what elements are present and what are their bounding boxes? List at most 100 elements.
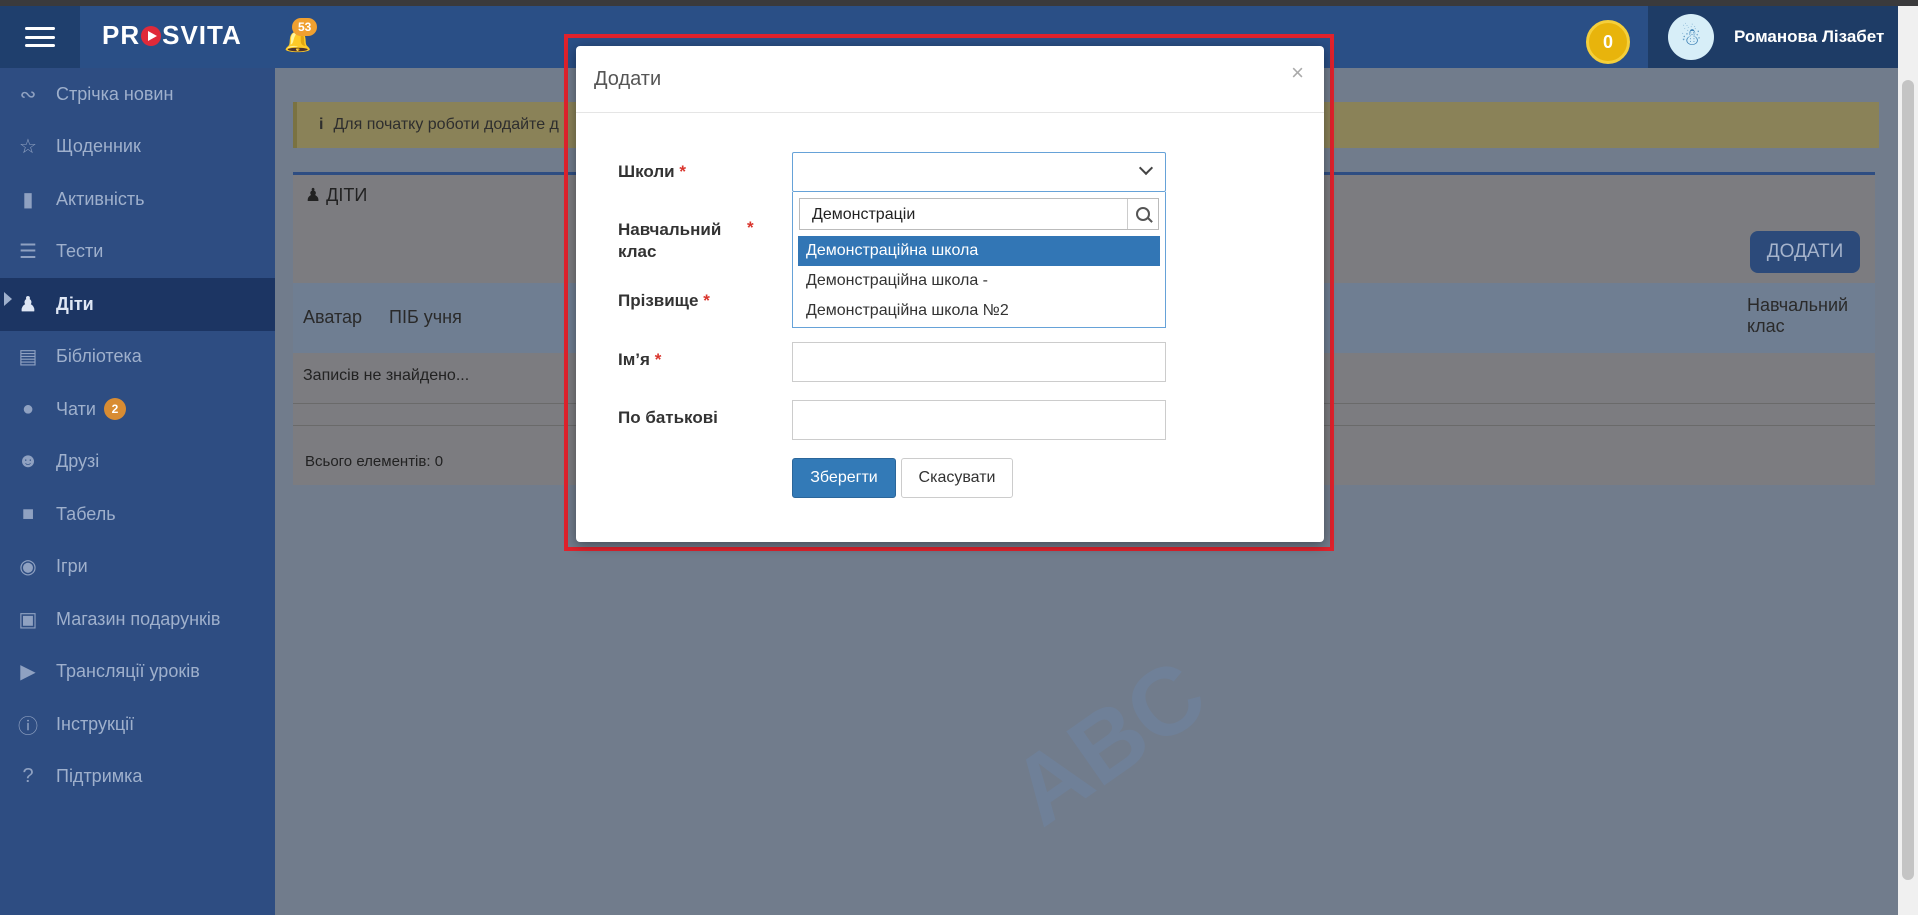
panel-title-text: ДІТИ: [326, 185, 368, 205]
sidebar-item-children[interactable]: ♟ Діти: [0, 278, 275, 331]
sidebar-item-diary[interactable]: ☆ Щоденник: [0, 121, 275, 174]
name-label-text: Ім’я: [618, 350, 650, 369]
total-count: Всього елементів: 0: [305, 453, 444, 470]
name-label: Ім’я *: [618, 350, 661, 370]
required-mark: *: [679, 162, 686, 181]
sidebar-item-activity[interactable]: ▮ Активність: [0, 173, 275, 226]
name-input[interactable]: [792, 342, 1166, 382]
logo-text-part1: PR: [102, 20, 141, 50]
school-option[interactable]: Демонстраційна школа -: [798, 266, 1160, 296]
add-child-modal: Додати × Школи * Навчальний клас * Прізв…: [576, 46, 1324, 542]
class-label-text: Навчальний клас: [618, 220, 722, 261]
alert-text: Для початку роботи додайте д: [333, 116, 559, 133]
page-scrollbar-thumb[interactable]: [1902, 80, 1914, 880]
empty-table-message: Записів не знайдено...: [303, 367, 470, 384]
schools-select[interactable]: [792, 152, 1166, 192]
sidebar-item-support[interactable]: ? Підтримка: [0, 751, 275, 804]
gamepad-icon: ◉: [19, 556, 37, 579]
list-icon: ☰: [19, 241, 37, 264]
user-name: Романова Лізабет: [1734, 27, 1885, 46]
modal-header: Додати ×: [576, 46, 1324, 113]
sidebar-item-label: Магазин подарунків: [56, 608, 221, 629]
required-mark: *: [703, 291, 710, 310]
sidebar-item-games[interactable]: ◉ Ігри: [0, 541, 275, 594]
active-caret-icon: [4, 292, 12, 306]
decorative-abc-background: ABC: [992, 639, 1225, 847]
column-avatar[interactable]: Аватар: [303, 307, 362, 328]
sidebar-item-instructions[interactable]: ⓘ Інструкції: [0, 698, 275, 751]
logo-text-part2: SVITA: [162, 20, 242, 50]
sidebar-item-label: Стрічка новин: [56, 83, 174, 104]
search-input-value: Демонстраціи: [812, 206, 916, 223]
star-icon: ☆: [19, 136, 37, 159]
play-icon: [141, 26, 162, 46]
coin-balance[interactable]: 0: [1586, 20, 1630, 64]
class-label: Навчальний клас: [618, 219, 728, 263]
required-mark: *: [747, 218, 754, 237]
sidebar-item-label: Бібліотека: [56, 346, 142, 367]
sidebar-item-tests[interactable]: ☰ Тести: [0, 226, 275, 279]
close-icon[interactable]: ×: [1291, 60, 1304, 86]
users-icon: ☻: [17, 450, 39, 473]
chat-count-badge: 2: [103, 398, 126, 421]
school-option[interactable]: Демонстраційна школа №2: [798, 296, 1160, 326]
sidebar: ∾ Стрічка новин ☆ Щоденник ▮ Активність …: [0, 68, 275, 915]
app-logo[interactable]: PR SVITA: [102, 20, 242, 51]
rss-icon: ∾: [19, 83, 37, 106]
sidebar-item-label: Підтримка: [56, 766, 143, 787]
hamburger-icon: [25, 27, 55, 47]
patronymic-input[interactable]: [792, 400, 1166, 440]
child-icon: ♟: [305, 185, 322, 205]
avatar: ☃: [1668, 14, 1714, 60]
surname-label-text: Прізвище: [618, 291, 699, 310]
column-class[interactable]: Навчальний клас: [1747, 295, 1867, 337]
file-icon: ▮: [22, 188, 34, 211]
chat-icon: ●: [21, 397, 35, 420]
add-child-button[interactable]: ДОДАТИ: [1750, 231, 1860, 273]
sidebar-item-gift-shop[interactable]: ▣ Магазин подарунків: [0, 593, 275, 646]
schools-label: Школи *: [618, 162, 686, 182]
menu-toggle-button[interactable]: [0, 6, 80, 68]
sidebar-item-label: Чати: [56, 398, 96, 419]
help-icon: ?: [22, 765, 34, 788]
chevron-down-icon: [1138, 160, 1154, 176]
info-icon: i: [319, 116, 324, 133]
save-button[interactable]: Зберегти: [792, 458, 896, 498]
surname-label: Прізвище *: [618, 291, 710, 311]
patronymic-label: По батькові: [618, 408, 718, 428]
sidebar-item-news[interactable]: ∾ Стрічка новин: [0, 68, 275, 121]
search-icon: [1127, 199, 1158, 229]
column-name[interactable]: ПІБ учня: [389, 307, 462, 328]
sidebar-item-label: Активність: [56, 188, 145, 209]
patronymic-label-text: По батькові: [618, 408, 718, 427]
sidebar-item-library[interactable]: ▤ Бібліотека: [0, 331, 275, 384]
sidebar-item-friends[interactable]: ☻ Друзі: [0, 436, 275, 489]
sidebar-item-label: Ігри: [56, 556, 88, 577]
folder-icon: ■: [21, 502, 35, 525]
info-icon: ⓘ: [18, 715, 38, 738]
sidebar-item-label: Діти: [56, 293, 94, 314]
notification-badge: 53: [292, 18, 318, 36]
video-icon: ▶: [20, 661, 36, 684]
child-icon: ♟: [19, 293, 37, 316]
schools-label-text: Школи: [618, 162, 675, 181]
schools-search-input[interactable]: Демонстраціи: [799, 198, 1159, 230]
sidebar-item-label: Щоденник: [56, 136, 141, 157]
sidebar-item-report-card[interactable]: ■ Табель: [0, 488, 275, 541]
gift-icon: ▣: [18, 608, 38, 631]
modal-title: Додати: [594, 68, 662, 90]
schools-dropdown: Демонстраціи Демонстраційна школа Демонс…: [792, 192, 1166, 328]
sidebar-item-chats[interactable]: ● Чати 2: [0, 383, 275, 436]
sidebar-item-label: Друзі: [56, 451, 100, 472]
school-option[interactable]: Демонстраційна школа: [798, 236, 1160, 266]
user-menu[interactable]: ☃ Романова Лізабет: [1648, 6, 1918, 68]
cancel-button[interactable]: Скасувати: [901, 458, 1013, 498]
sidebar-item-label: Тести: [56, 241, 104, 262]
book-icon: ▤: [18, 346, 38, 369]
sidebar-item-label: Трансляції уроків: [56, 661, 200, 682]
sidebar-item-broadcasts[interactable]: ▶ Трансляції уроків: [0, 646, 275, 699]
required-mark: *: [654, 350, 662, 369]
sidebar-item-label: Інструкції: [56, 713, 135, 734]
sidebar-item-label: Табель: [56, 503, 116, 524]
panel-title: ♟ ДІТИ: [305, 185, 367, 206]
